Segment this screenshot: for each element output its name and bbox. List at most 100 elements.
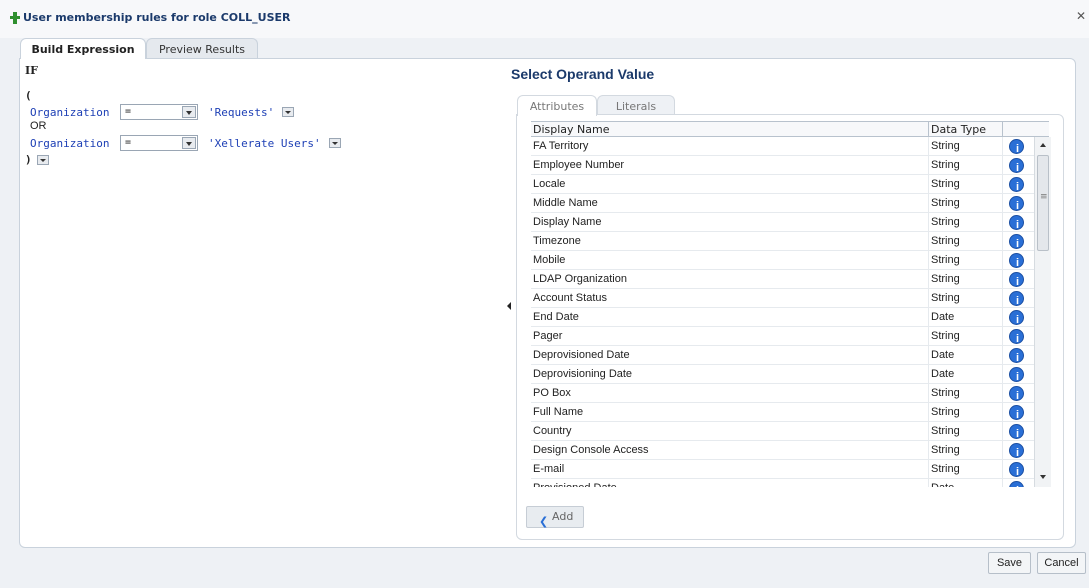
table-row[interactable]: Deprovisioned Date Date i: [531, 346, 1049, 365]
row-info-cell: i: [1003, 251, 1029, 269]
row-data-type: String: [929, 460, 1003, 478]
info-icon[interactable]: i: [1009, 329, 1024, 345]
save-button[interactable]: Save: [988, 552, 1031, 574]
scroll-thumb[interactable]: [1037, 155, 1049, 251]
table-row[interactable]: End Date Date i: [531, 308, 1049, 327]
table-scrollbar[interactable]: [1034, 137, 1051, 487]
table-row[interactable]: Display Name String i: [531, 213, 1049, 232]
row-display-name: Design Console Access: [531, 441, 929, 459]
info-icon[interactable]: i: [1009, 215, 1024, 231]
condition-attribute-link[interactable]: Organization: [25, 137, 120, 150]
condition-attribute-link[interactable]: Organization: [25, 106, 120, 119]
table-row[interactable]: LDAP Organization String i: [531, 270, 1049, 289]
info-icon[interactable]: i: [1009, 481, 1024, 487]
row-info-cell: i: [1003, 403, 1029, 421]
table-row[interactable]: Design Console Access String i: [531, 441, 1049, 460]
table-row[interactable]: Locale String i: [531, 175, 1049, 194]
info-icon[interactable]: i: [1009, 443, 1024, 459]
row-display-name: Deprovisioning Date: [531, 365, 929, 383]
dialog-title: User membership rules for role COLL_USER: [23, 11, 291, 24]
info-icon[interactable]: i: [1009, 196, 1024, 212]
column-header-data-type[interactable]: Data Type: [929, 122, 1003, 136]
condition-value-link[interactable]: 'Requests': [208, 106, 274, 119]
build-expression-panel: IF ( Organization = 'Requests' OR Organi…: [19, 58, 1076, 548]
info-icon[interactable]: i: [1009, 367, 1024, 383]
condition-menu-dropdown[interactable]: [282, 107, 295, 117]
info-icon[interactable]: i: [1009, 462, 1024, 478]
row-display-name: Pager: [531, 327, 929, 345]
row-data-type: Date: [929, 479, 1003, 487]
row-data-type: String: [929, 270, 1003, 288]
table-row[interactable]: E-mail String i: [531, 460, 1049, 479]
row-info-cell: i: [1003, 213, 1029, 231]
row-display-name: Employee Number: [531, 156, 929, 174]
dialog-titlebar: User membership rules for role COLL_USER…: [0, 0, 1089, 38]
info-icon[interactable]: i: [1009, 310, 1024, 326]
close-icon[interactable]: ✕: [1076, 9, 1086, 23]
expression-editor: IF ( Organization = 'Requests' OR Organi…: [25, 64, 495, 166]
table-row[interactable]: Full Name String i: [531, 403, 1049, 422]
condition-row: Organization = 'Requests': [25, 104, 495, 120]
table-row[interactable]: Employee Number String i: [531, 156, 1049, 175]
scroll-down-icon[interactable]: [1040, 475, 1046, 479]
info-icon[interactable]: i: [1009, 158, 1024, 174]
row-data-type: String: [929, 441, 1003, 459]
table-row[interactable]: FA Territory String i: [531, 137, 1049, 156]
info-icon[interactable]: i: [1009, 234, 1024, 250]
close-paren: ): [25, 153, 32, 166]
attributes-panel: Display Name Data Type FA Territory Strin…: [516, 114, 1064, 540]
tab-preview-results[interactable]: Preview Results: [146, 38, 258, 59]
row-info-cell: i: [1003, 365, 1029, 383]
info-icon[interactable]: i: [1009, 253, 1024, 269]
info-icon[interactable]: i: [1009, 291, 1024, 307]
condition-menu-dropdown[interactable]: [328, 138, 341, 148]
row-info-cell: i: [1003, 289, 1029, 307]
info-icon[interactable]: i: [1009, 177, 1024, 193]
scroll-up-icon[interactable]: [1040, 143, 1046, 147]
row-data-type: String: [929, 213, 1003, 231]
row-info-cell: i: [1003, 460, 1029, 478]
tab-attributes[interactable]: Attributes: [517, 95, 597, 116]
table-row[interactable]: Deprovisioning Date Date i: [531, 365, 1049, 384]
table-row[interactable]: Mobile String i: [531, 251, 1049, 270]
operand-section-title: Select Operand Value: [511, 66, 655, 82]
info-icon[interactable]: i: [1009, 272, 1024, 288]
column-header-display-name[interactable]: Display Name: [531, 122, 929, 136]
info-icon[interactable]: i: [1009, 139, 1024, 155]
add-button[interactable]: ❮ Add: [526, 506, 584, 528]
tab-build-expression[interactable]: Build Expression: [20, 38, 146, 59]
table-row[interactable]: Country String i: [531, 422, 1049, 441]
row-info-cell: i: [1003, 422, 1029, 440]
table-row[interactable]: Middle Name String i: [531, 194, 1049, 213]
row-data-type: String: [929, 422, 1003, 440]
row-display-name: Account Status: [531, 289, 929, 307]
collapse-splitter-icon[interactable]: [507, 297, 513, 315]
table-row[interactable]: Provisioned DateDatei: [531, 479, 1049, 487]
operator-select[interactable]: =: [120, 104, 198, 120]
operator-select[interactable]: =: [120, 135, 198, 151]
row-display-name: Deprovisioned Date: [531, 346, 929, 364]
chevron-down-icon[interactable]: [182, 106, 196, 118]
info-icon[interactable]: i: [1009, 405, 1024, 421]
open-paren: (: [25, 89, 32, 102]
condition-value-link[interactable]: 'Xellerate Users': [208, 137, 321, 150]
table-row[interactable]: Pager String i: [531, 327, 1049, 346]
table-header: Display Name Data Type: [531, 122, 1049, 137]
row-data-type: String: [929, 156, 1003, 174]
if-keyword: IF: [25, 64, 38, 77]
table-row[interactable]: Timezone String i: [531, 232, 1049, 251]
tab-literals[interactable]: Literals: [597, 95, 675, 116]
table-body: FA Territory String i Employee Number String…: [531, 137, 1049, 487]
close-paren-row: ): [25, 153, 495, 166]
table-row[interactable]: PO Box String i: [531, 384, 1049, 403]
table-row[interactable]: Account Status String i: [531, 289, 1049, 308]
info-icon[interactable]: i: [1009, 348, 1024, 364]
cancel-button[interactable]: Cancel: [1037, 552, 1086, 574]
group-menu-dropdown[interactable]: [36, 154, 49, 165]
row-display-name: Timezone: [531, 232, 929, 250]
row-data-type: Date: [929, 365, 1003, 383]
info-icon[interactable]: i: [1009, 386, 1024, 402]
info-icon[interactable]: i: [1009, 424, 1024, 440]
attributes-table: Display Name Data Type FA Territory Strin…: [531, 121, 1049, 487]
chevron-down-icon[interactable]: [182, 137, 196, 149]
